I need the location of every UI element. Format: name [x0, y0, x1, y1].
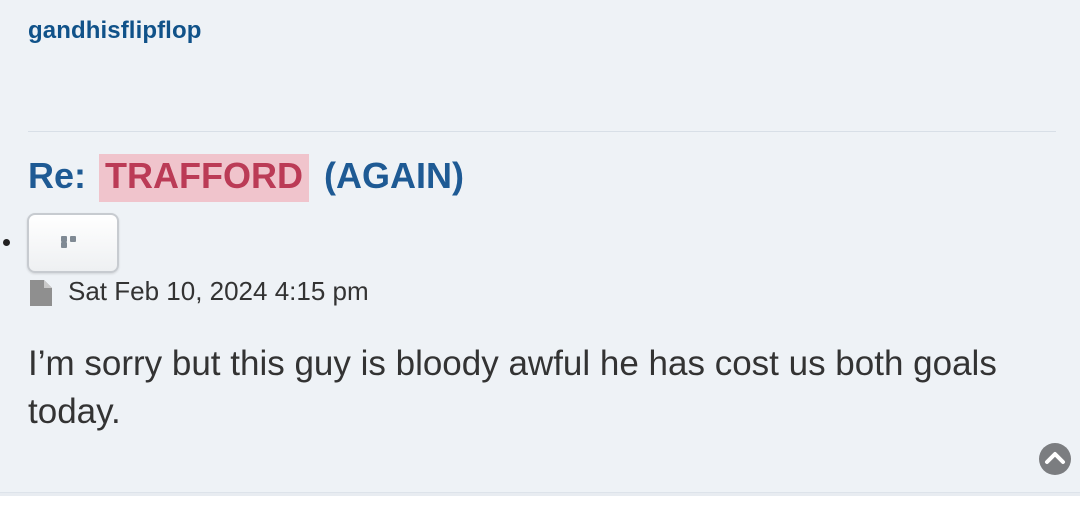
post-timestamp: Sat Feb 10, 2024 4:15 pm: [68, 276, 369, 306]
title-search-highlight: TRAFFORD: [99, 154, 309, 202]
chevron-up-circle-icon[interactable]: [1038, 442, 1072, 476]
post-title[interactable]: Re: TRAFFORD (AGAIN): [28, 154, 464, 202]
post-actions-button[interactable]: [27, 213, 119, 273]
next-post-edge: [0, 496, 1080, 510]
ellipsis-icon: [61, 236, 87, 248]
file-icon[interactable]: [29, 279, 53, 307]
list-bullet: [3, 239, 10, 246]
post-author-link[interactable]: gandhisflipflop: [28, 17, 201, 45]
post-divider: [28, 131, 1056, 132]
title-suffix: (AGAIN): [324, 155, 464, 196]
title-prefix: Re:: [28, 155, 87, 196]
post-content: I’m sorry but this guy is bloody awful h…: [28, 344, 997, 431]
forum-post: gandhisflipflop Re: TRAFFORD (AGAIN) Sat…: [0, 0, 1080, 493]
